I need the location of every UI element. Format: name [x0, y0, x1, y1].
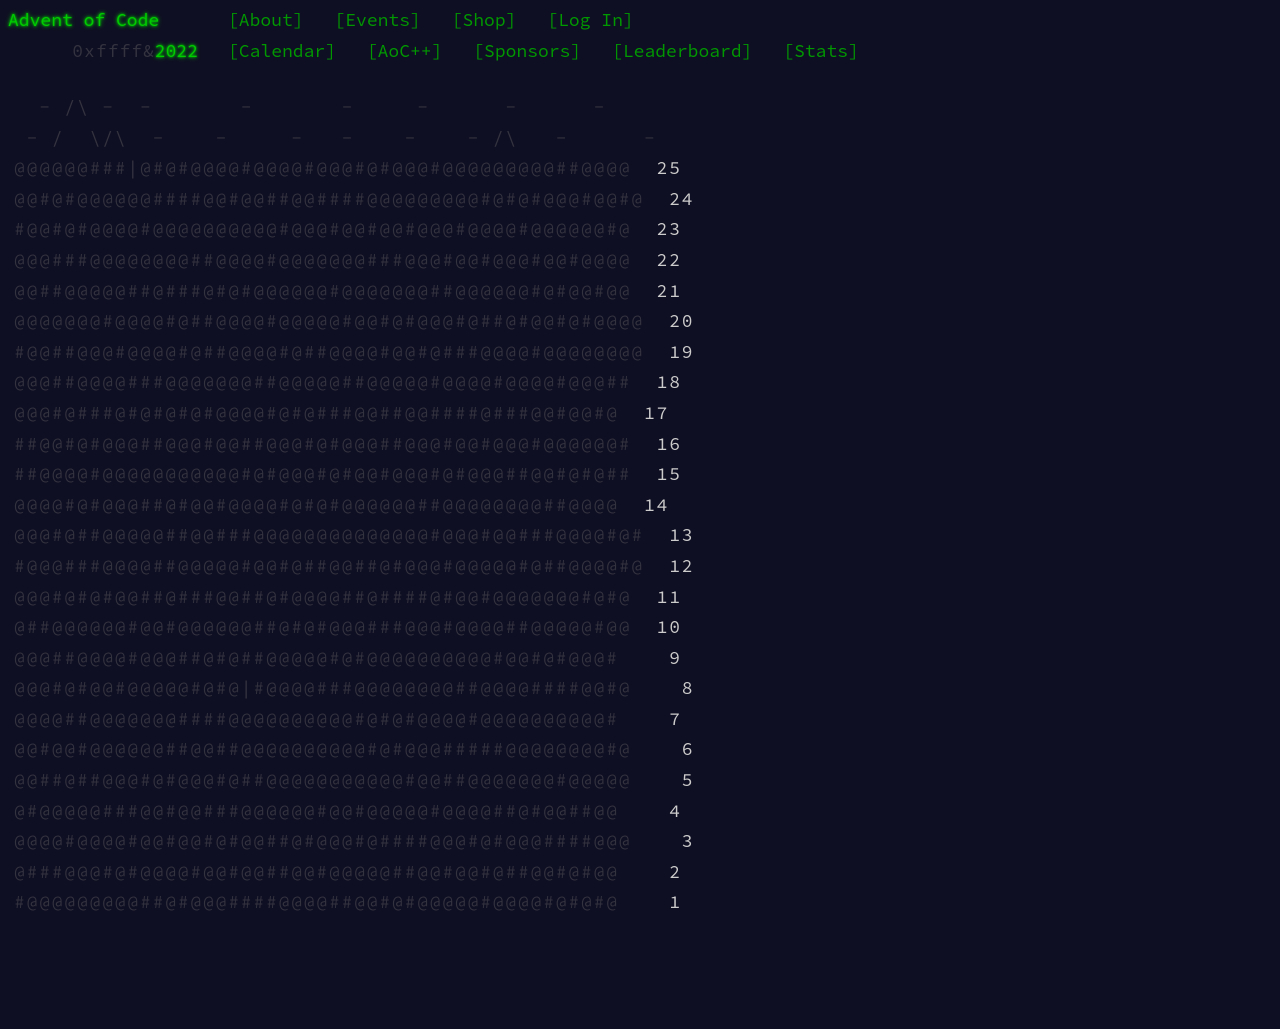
calendar-day-number: 14: [644, 493, 669, 516]
calendar-day-number: 19: [669, 340, 694, 363]
nav-sponsors[interactable]: [Sponsors]: [473, 39, 581, 62]
calendar-day-4[interactable]: @#@@@@@###@@#@@###@@@@@@#@@#@@@@@#@@@@##…: [14, 796, 1280, 827]
nav-about[interactable]: [About]: [228, 8, 304, 31]
calendar-day-art: @###@@@#@#@@@@#@@#@@##@@#@@@@@##@@#@@#@#…: [14, 860, 657, 883]
calendar-day-number: 6: [669, 737, 694, 760]
calendar-day-art: @@##@##@@@#@#@@@#@##@@@@@@@@@@@#@@##@@@@…: [14, 768, 669, 791]
calendar-day-16[interactable]: ##@@#@#@@@##@@@#@@##@@@#@#@@@##@@@#@@#@@…: [14, 429, 1280, 460]
calendar-day-number: 24: [669, 187, 694, 210]
calendar-day-number: 23: [657, 217, 682, 240]
calendar-day-number: 11: [657, 585, 682, 608]
calendar-day-22[interactable]: @@@###@@@@@@@@##@@@@#@@@@@@@###@@@#@@#@@…: [14, 245, 1280, 276]
calendar-day-number: 5: [669, 768, 694, 791]
site-title[interactable]: Advent of Code: [8, 8, 228, 31]
calendar-day-number: 7: [657, 707, 682, 730]
calendar-day-1[interactable]: #@@@@@@@@@##@#@@@####@@@@##@@#@#@@@@@#@@…: [14, 887, 1280, 918]
calendar-day-art: @#@@@@@###@@#@@###@@@@@@#@@#@@@@@#@@@@##…: [14, 799, 657, 822]
calendar-day-20[interactable]: @@@@@@@#@@@@#@##@@@@#@@@@@#@@#@#@@@#@##@…: [14, 306, 1280, 337]
nav-secondary: [Calendar] [AoC++] [Sponsors] [Leaderboa…: [228, 39, 879, 62]
calendar-day-number: 2: [657, 860, 682, 883]
nav-leaderboard[interactable]: [Leaderboard]: [612, 39, 752, 62]
calendar-day-19[interactable]: #@@##@@@#@@@@#@##@@@@#@##@@@@#@@#@###@@@…: [14, 337, 1280, 368]
calendar-day-number: 18: [657, 370, 682, 393]
calendar-grid: - /\ - - - - - - - - / \/\ - - - - - - /…: [8, 92, 1280, 918]
calendar-day-art: @@##@@@@@##@###@#@#@@@@@@#@@@@@@@##@@@@@…: [14, 279, 657, 302]
calendar-day-number: 13: [669, 523, 694, 546]
calendar-day-number: 25: [657, 156, 682, 179]
calendar-day-art: #@@##@@@#@@@@#@##@@@@#@##@@@@#@@#@###@@@…: [14, 340, 669, 363]
calendar-day-7[interactable]: @@@@##@@@@@@@####@@@@@@@@@@#@#@#@@@@#@@@…: [14, 704, 1280, 735]
calendar-day-number: 4: [657, 799, 682, 822]
calendar-day-25[interactable]: @@@@@@###|@#@#@@@@#@@@@#@@@#@#@@@#@@@@@@…: [14, 153, 1280, 184]
calendar-day-number: 8: [669, 676, 694, 699]
nav-calendar[interactable]: [Calendar]: [228, 39, 336, 62]
calendar-day-23[interactable]: #@@#@#@@@@#@@@@@@@@@@#@@@#@@#@@#@@@#@@@@…: [14, 214, 1280, 245]
calendar-day-10[interactable]: @##@@@@@@#@@#@@@@@@##@#@#@@@###@@@#@@@@#…: [14, 612, 1280, 643]
calendar-header-row: - /\ - - - - - - -: [14, 92, 1280, 123]
calendar-day-art: @@@##@@@@#@@@##@#@##@@@@@#@#@@@@@@@@@@#@…: [14, 646, 657, 669]
calendar-day-art: @@@#@##@@@@@##@@###@@@@@@@@@@@@@@#@@@#@@…: [14, 523, 669, 546]
calendar-day-art: @@@###@@@@@@@@##@@@@#@@@@@@@###@@@#@@#@@…: [14, 248, 657, 271]
calendar-day-art: @@@#@#@#@@##@###@@##@#@@@@##@####@#@@#@@…: [14, 585, 657, 608]
calendar-day-art: @@@#@#@@#@@@@@#@#@|#@@@@###@@@@@@@@##@@@…: [14, 676, 669, 699]
calendar-day-number: 1: [657, 890, 682, 913]
calendar-day-13[interactable]: @@@#@##@@@@@##@@###@@@@@@@@@@@@@@#@@@#@@…: [14, 520, 1280, 551]
nav-aocplus[interactable]: [AoC++]: [367, 39, 443, 62]
calendar-day-17[interactable]: @@@#@###@#@#@#@#@@@@#@#@###@@##@@####@##…: [14, 398, 1280, 429]
nav-events[interactable]: [Events]: [334, 8, 420, 31]
calendar-day-6[interactable]: @@#@@#@@@@@@##@@##@@@@@@@@@@#@#@@@#####@…: [14, 734, 1280, 765]
nav-shop[interactable]: [Shop]: [452, 8, 517, 31]
nav-login[interactable]: [Log In]: [547, 8, 633, 31]
calendar-day-number: 21: [657, 279, 682, 302]
calendar-day-21[interactable]: @@##@@@@@##@###@#@#@@@@@@#@@@@@@@##@@@@@…: [14, 276, 1280, 307]
nav-stats[interactable]: [Stats]: [783, 39, 859, 62]
calendar-day-number: 17: [644, 401, 669, 424]
calendar-day-art: @@@@@@@#@@@@#@##@@@@#@@@@@#@@#@#@@@#@##@…: [14, 309, 669, 332]
calendar-day-number: 10: [657, 615, 682, 638]
calendar-day-5[interactable]: @@##@##@@@#@#@@@#@##@@@@@@@@@@@#@@##@@@@…: [14, 765, 1280, 796]
nav-primary: [About] [Events] [Shop] [Log In]: [228, 8, 654, 31]
calendar-day-number: 15: [657, 462, 682, 485]
calendar-day-art: @##@@@@@@#@@#@@@@@@##@#@#@@@###@@@#@@@@#…: [14, 615, 657, 638]
calendar-day-24[interactable]: @@#@#@@@@@@####@@#@@##@@####@@@@@@@@@#@#…: [14, 184, 1280, 215]
calendar-day-8[interactable]: @@@#@#@@#@@@@@#@#@|#@@@@###@@@@@@@@##@@@…: [14, 673, 1280, 704]
calendar-day-15[interactable]: ##@@@@#@@@@@@@@@@@#@#@@@#@#@@#@@@#@#@@@#…: [14, 459, 1280, 490]
year-link[interactable]: 2022: [155, 39, 198, 62]
calendar-day-art: @@@@##@@@@@@@####@@@@@@@@@@#@#@#@@@@#@@@…: [14, 707, 657, 730]
calendar-day-18[interactable]: @@@##@@@@###@@@@@@@##@@@@@##@@@@@#@@@@#@…: [14, 367, 1280, 398]
calendar-day-number: 12: [669, 554, 694, 577]
calendar-day-12[interactable]: #@@@###@@@@##@@@@@#@@#@##@@##@#@@@#@@@@@…: [14, 551, 1280, 582]
calendar-day-art: @@@@#@@@@#@@#@@#@#@@##@#@@@#@####@@@#@#@…: [14, 829, 669, 852]
calendar-day-9[interactable]: @@@##@@@@#@@@##@#@##@@@@@#@#@@@@@@@@@@#@…: [14, 643, 1280, 674]
calendar-day-art: @@@#@###@#@#@#@#@@@@#@#@###@@##@@####@##…: [14, 401, 644, 424]
calendar-day-art: @@@@#@#@@@##@#@@#@@@@#@#@#@@@@@@##@@@@@@…: [14, 493, 644, 516]
calendar-day-number: 20: [669, 309, 694, 332]
calendar-day-art: @@#@@#@@@@@@##@@##@@@@@@@@@@#@#@@@#####@…: [14, 737, 669, 760]
title-prefix: 0xffff&: [72, 39, 155, 62]
calendar-day-2[interactable]: @###@@@#@#@@@@#@@#@@##@@#@@@@@##@@#@@#@#…: [14, 857, 1280, 888]
calendar-day-art: @@@##@@@@###@@@@@@@##@@@@@##@@@@@#@@@@#@…: [14, 370, 657, 393]
calendar-day-number: 3: [669, 829, 694, 852]
calendar-day-14[interactable]: @@@@#@#@@@##@#@@#@@@@#@#@#@@@@@@##@@@@@@…: [14, 490, 1280, 521]
calendar-day-3[interactable]: @@@@#@@@@#@@#@@#@#@@##@#@@@#@####@@@#@#@…: [14, 826, 1280, 857]
calendar-day-art: #@@@###@@@@##@@@@@#@@#@##@@##@#@@@#@@@@@…: [14, 554, 669, 577]
calendar-day-art: #@@@@@@@@@##@#@@@####@@@@##@@#@#@@@@@#@@…: [14, 890, 657, 913]
calendar-day-art: #@@#@#@@@@#@@@@@@@@@@#@@@#@@#@@#@@@#@@@@…: [14, 217, 657, 240]
calendar-day-art: ##@@@@#@@@@@@@@@@@#@#@@@#@#@@#@@@#@#@@@#…: [14, 462, 657, 485]
calendar-day-number: 22: [657, 248, 682, 271]
calendar-day-number: 9: [657, 646, 682, 669]
calendar-day-number: 16: [657, 432, 682, 455]
calendar-header-row: - / \/\ - - - - - - /\ - -: [14, 123, 1280, 154]
calendar-day-11[interactable]: @@@#@#@#@@##@###@@##@#@@@@##@####@#@@#@@…: [14, 582, 1280, 613]
calendar-day-art: @@@@@@###|@#@#@@@@#@@@@#@@@#@#@@@#@@@@@@…: [14, 156, 657, 179]
calendar-day-art: @@#@#@@@@@@####@@#@@##@@####@@@@@@@@@#@#…: [14, 187, 669, 210]
calendar-day-art: ##@@#@#@@@##@@@#@@##@@@#@#@@@##@@@#@@#@@…: [14, 432, 657, 455]
